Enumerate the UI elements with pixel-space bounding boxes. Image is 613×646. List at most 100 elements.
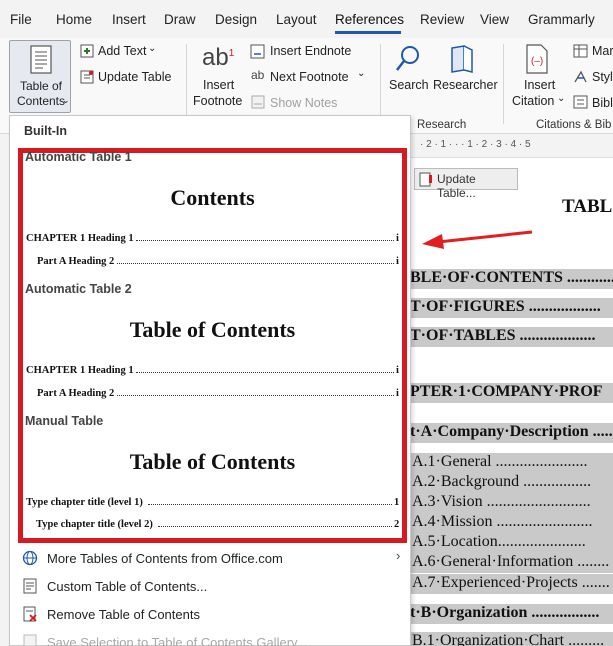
tab-review[interactable]: Review <box>420 12 464 27</box>
ribbon-separator <box>186 44 187 124</box>
manage-sources-icon <box>573 44 588 58</box>
horizontal-ruler: · 2 · 1 · · · 1 · 2 · 3 · 4 · 5 <box>410 134 613 158</box>
gallery-toc-row: Type chapter title (level 2) <box>36 519 153 530</box>
doc-toc-line[interactable]: BLE·OF·CONTENTS ............... <box>410 269 613 289</box>
tab-references[interactable]: References <box>335 12 404 27</box>
bibliography-button[interactable]: Bibl <box>592 96 613 110</box>
document-title: TABL <box>562 196 613 217</box>
manage-sources-button[interactable]: Mar <box>592 44 613 58</box>
update-table-icon <box>419 172 432 187</box>
tab-insert[interactable]: Insert <box>112 12 146 27</box>
chevron-down-icon: ⌄ <box>557 93 566 104</box>
gallery-toc-heading: Contents <box>170 185 255 210</box>
tab-file[interactable]: File <box>10 12 32 27</box>
tab-grammarly[interactable]: Grammarly <box>528 12 595 27</box>
annotation-arrow-icon <box>422 230 533 249</box>
add-text-button[interactable]: Add Text <box>98 44 146 58</box>
gallery-toc-page: 1 <box>394 497 400 508</box>
insert-endnote-button[interactable]: Insert Endnote <box>270 44 351 58</box>
doc-toc-line[interactable]: A.3·Vision .......................... <box>410 493 613 513</box>
save-selection-icon <box>23 634 37 646</box>
gallery-toc-row: Type chapter title (level 1) <box>26 497 143 508</box>
doc-toc-line[interactable]: A.5·Location...................... <box>410 533 613 553</box>
menu-bar: File Home Insert Draw Design Layout Refe… <box>0 0 613 38</box>
next-footnote-icon: ab <box>251 68 265 82</box>
table-of-contents-button[interactable]: Table of Contents ⌄ <box>9 40 71 113</box>
gallery-item-title[interactable]: Automatic Table 2 <box>25 282 132 296</box>
search-button[interactable]: Search <box>389 78 429 92</box>
style-icon <box>574 70 587 83</box>
tab-home[interactable]: Home <box>56 12 92 27</box>
insert-citation-line2[interactable]: Citation <box>512 94 554 108</box>
doc-toc-line[interactable]: B.1·Organization·Chart ......... <box>410 632 613 646</box>
bibliography-icon <box>573 95 588 109</box>
doc-toc-line[interactable]: PTER·1·COMPANY·PROF <box>410 383 613 403</box>
research-group-label: Research <box>417 119 467 131</box>
leader-dots <box>158 526 392 527</box>
gallery-item-title[interactable]: Manual Table <box>25 414 103 428</box>
tab-design[interactable]: Design <box>215 12 257 27</box>
style-button[interactable]: Style <box>592 70 613 84</box>
gallery-toc-row: Part A Heading 2 <box>37 256 115 267</box>
doc-toc-line[interactable]: T·OF·FIGURES .................. <box>410 298 613 318</box>
gallery-toc-page: 2 <box>394 519 400 530</box>
search-icon <box>396 46 419 71</box>
chevron-down-icon: ⌄ <box>357 68 366 79</box>
researcher-button[interactable]: Researcher <box>433 78 498 92</box>
update-table-icon <box>80 70 94 84</box>
gallery-toc-row: Part A Heading 2 <box>37 388 115 399</box>
leader-dots <box>136 240 394 241</box>
leader-dots <box>148 504 392 505</box>
doc-toc-line[interactable]: T·OF·TABLES ................... <box>410 327 613 347</box>
leader-dots <box>117 263 394 264</box>
doc-toc-line[interactable]: A.2·Background ................. <box>410 473 613 493</box>
doc-toc-line[interactable]: t·A·Company·Description ........ <box>410 423 613 443</box>
footnote-icon: ab1 <box>202 44 235 71</box>
show-notes-icon <box>251 95 265 109</box>
gallery-toc-page: i <box>396 256 399 267</box>
more-tocs-menu-item[interactable]: More Tables of Contents from Office.com <box>47 551 283 566</box>
toc-label-line1: Table of <box>19 79 63 93</box>
ribbon-separator <box>503 44 504 124</box>
update-table-tab-label: Update Table... <box>437 172 476 200</box>
researcher-icon <box>451 45 473 73</box>
doc-toc-line[interactable]: A.6·General·Information ........ <box>410 553 613 573</box>
gallery-item-title[interactable]: Automatic Table 1 <box>25 150 132 164</box>
save-selection-menu-item[interactable]: Save Selection to Table of Contents Gall… <box>47 635 307 646</box>
chevron-down-icon: ⌄ <box>148 43 157 54</box>
insert-citation-line1[interactable]: Insert <box>524 78 555 92</box>
tab-draw[interactable]: Draw <box>164 12 196 27</box>
svg-text:(–): (–) <box>531 56 543 67</box>
leader-dots <box>117 395 394 396</box>
show-notes-button[interactable]: Show Notes <box>270 96 337 110</box>
gallery-toc-page: i <box>396 233 399 244</box>
doc-toc-line[interactable]: A.7·Experienced·Projects ....... <box>410 574 613 594</box>
active-tab-indicator <box>335 31 401 34</box>
gallery-toc-page: i <box>396 365 399 376</box>
chevron-down-icon: ⌄ <box>62 95 70 105</box>
remove-toc-icon <box>23 606 37 622</box>
gallery-toc-row: CHAPTER 1 Heading 1 <box>26 365 134 376</box>
globe-icon <box>22 550 38 566</box>
update-table-button[interactable]: Update Table <box>98 70 171 84</box>
next-footnote-button[interactable]: Next Footnote <box>270 70 349 84</box>
remove-toc-menu-item[interactable]: Remove Table of Contents <box>47 607 200 622</box>
gallery-toc-row: CHAPTER 1 Heading 1 <box>26 233 134 244</box>
ribbon-separator <box>380 44 381 124</box>
citations-group-label: Citations & Bib <box>536 119 612 131</box>
custom-toc-icon <box>23 578 37 594</box>
insert-footnote-line2[interactable]: Footnote <box>193 94 242 108</box>
update-table-tab[interactable]: Update Table... <box>414 168 518 200</box>
chevron-right-icon: › <box>396 548 401 563</box>
tab-view[interactable]: View <box>480 12 509 27</box>
doc-toc-line[interactable]: t·B·Organization ................. <box>410 604 613 624</box>
doc-toc-line[interactable]: A.4·Mission ........................ <box>410 513 613 533</box>
gallery-toc-heading: Table of Contents <box>129 317 296 342</box>
insert-citation-icon: (–) <box>526 44 548 74</box>
doc-toc-line[interactable]: A.1·General ....................... <box>410 453 613 473</box>
gallery-toc-page: i <box>396 388 399 399</box>
custom-toc-menu-item[interactable]: Custom Table of Contents... <box>47 579 207 594</box>
tab-layout[interactable]: Layout <box>276 12 317 27</box>
gallery-toc-heading: Table of Contents <box>129 449 296 474</box>
insert-footnote-line1[interactable]: Insert <box>203 78 234 92</box>
